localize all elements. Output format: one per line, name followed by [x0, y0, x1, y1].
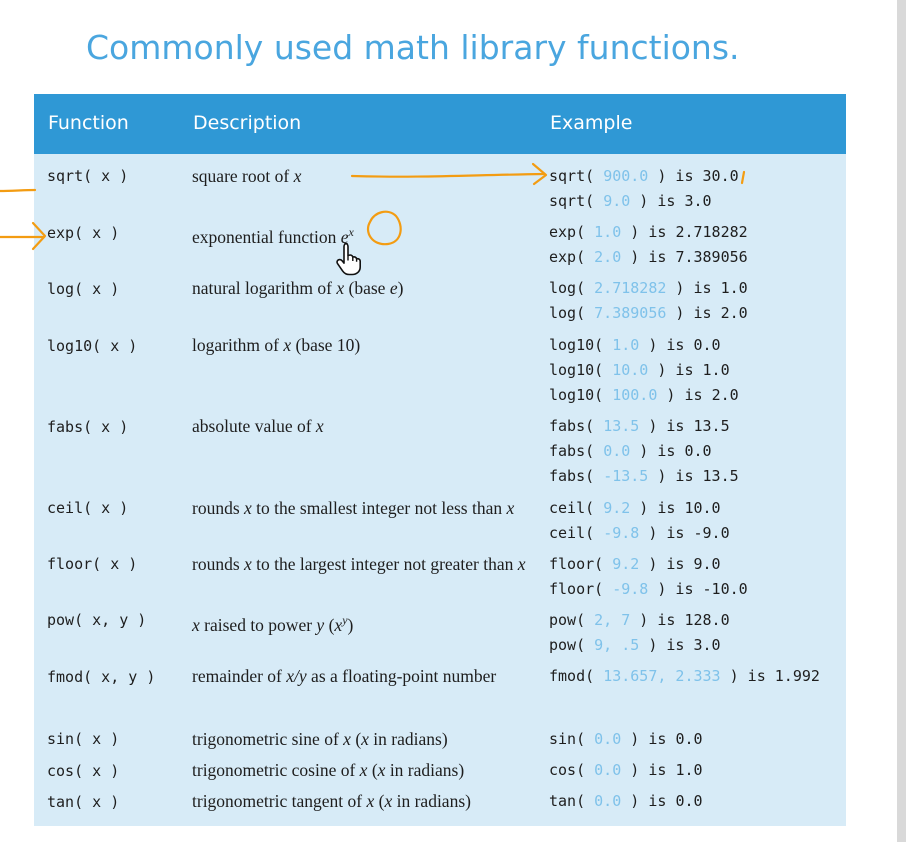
page-title: Commonly used math library functions.: [86, 28, 740, 67]
function-cell: exp( x ): [47, 224, 120, 242]
function-cell: cos( x ): [47, 762, 120, 780]
example-cell: log10( 1.0 ) is 0.0 log10( 10.0 ) is 1.0…: [549, 336, 739, 404]
function-cell: pow( x, y ): [47, 611, 147, 629]
example-cell: sin( 0.0 ) is 0.0: [549, 730, 703, 748]
function-cell: ceil( x ): [47, 499, 129, 517]
description-cell: rounds x to the largest integer not grea…: [192, 554, 526, 574]
function-cell: log( x ): [47, 280, 120, 298]
hand-pointer-icon: [336, 242, 361, 276]
function-cell: fabs( x ): [47, 418, 129, 436]
example-cell: pow( 2, 7 ) is 128.0 pow( 9, .5 ) is 3.0: [549, 611, 730, 654]
function-cell: fmod( x, y ): [47, 668, 156, 686]
description-cell: logarithm of x (base 10): [192, 335, 361, 355]
header-description: Description: [193, 112, 302, 134]
description-cell: x raised to power y (xy): [192, 613, 354, 635]
description-cell: square root of x: [192, 166, 302, 186]
description-cell: rounds x to the smallest integer not les…: [192, 498, 515, 518]
annotation-underline-sqrt: [0, 188, 37, 193]
table-header: [34, 94, 846, 154]
example-cell: log( 2.718282 ) is 1.0 log( 7.389056 ) i…: [549, 279, 748, 322]
example-cell: tan( 0.0 ) is 0.0: [549, 792, 703, 810]
description-cell: trigonometric tangent of x (x in radians…: [192, 791, 471, 811]
example-cell: exp( 1.0 ) is 2.718282 exp( 2.0 ) is 7.3…: [549, 223, 748, 266]
header-function: Function: [48, 112, 129, 134]
description-cell: absolute value of x: [192, 416, 324, 436]
example-cell: ceil( 9.2 ) is 10.0 ceil( -9.8 ) is -9.0: [549, 499, 730, 542]
example-cell: fmod( 13.657, 2.333 ) is 1.992: [549, 667, 820, 685]
function-cell: sin( x ): [47, 730, 120, 748]
example-cell: sqrt( 900.0 ) is 30.0 sqrt( 9.0 ) is 3.0: [549, 167, 739, 210]
function-cell: floor( x ): [47, 555, 138, 573]
function-cell: sqrt( x ): [47, 167, 129, 185]
header-example: Example: [550, 112, 633, 134]
example-cell: cos( 0.0 ) is 1.0: [549, 761, 703, 779]
description-cell: trigonometric sine of x (x in radians): [192, 729, 448, 749]
description-cell: remainder of x/y as a floating-point num…: [192, 666, 497, 686]
window-edge: [897, 0, 906, 842]
example-cell: floor( 9.2 ) is 9.0 floor( -9.8 ) is -10…: [549, 555, 748, 598]
function-cell: log10( x ): [47, 337, 138, 355]
function-cell: tan( x ): [47, 793, 120, 811]
description-cell: trigonometric cosine of x (x in radians): [192, 760, 465, 780]
example-cell: fabs( 13.5 ) is 13.5 fabs( 0.0 ) is 0.0 …: [549, 417, 739, 485]
description-cell: natural logarithm of x (base e): [192, 278, 404, 298]
